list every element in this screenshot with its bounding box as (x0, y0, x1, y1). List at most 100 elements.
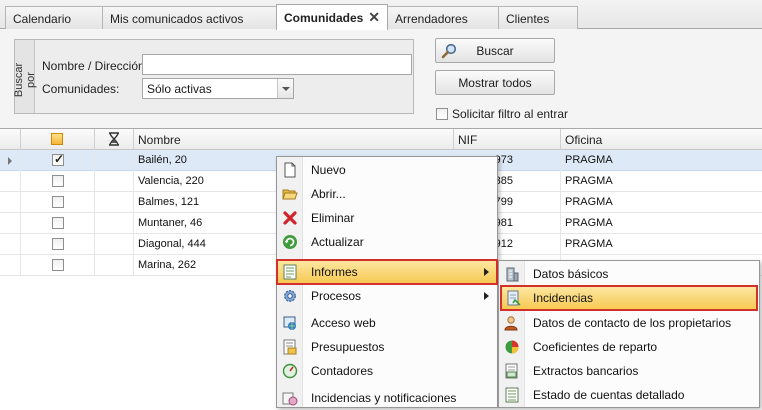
menu-item-label: Contadores (311, 364, 374, 378)
status-cell (95, 192, 134, 213)
status-cell (95, 234, 134, 255)
menu-item-nuevo[interactable]: Nuevo (277, 158, 497, 182)
context-menu: Nuevo Abrir... Eliminar Actualizar Infor… (276, 156, 498, 408)
tab-label: Mis comunicados activos (110, 12, 244, 26)
menu-item-eliminar[interactable]: Eliminar (277, 206, 497, 230)
search-group-label: Buscar por (13, 62, 37, 98)
menu-item-incidencias-notificaciones[interactable]: Incidencias y notificaciones (277, 386, 497, 410)
header-nombre[interactable]: Nombre (134, 129, 454, 150)
delete-icon (283, 211, 297, 225)
submenu-item-datos-basicos[interactable]: Datos básicos (499, 262, 759, 286)
menu-item-label: Datos básicos (533, 267, 609, 281)
oficina-cell: PRAGMA (565, 238, 613, 250)
comunidades-label: Comunidades: (42, 82, 120, 96)
indicator-cell (0, 150, 21, 171)
tab-label: Calendario (13, 12, 72, 26)
indicator-cell (0, 234, 21, 255)
hourglass-icon (109, 132, 119, 146)
menu-item-label: Incidencias (533, 291, 594, 305)
buscar-button-label: Buscar (476, 44, 514, 58)
indicator-cell (0, 213, 21, 234)
menu-item-presupuestos[interactable]: Presupuestos (277, 335, 497, 359)
report-icon (283, 264, 297, 280)
submenu-item-coeficientes[interactable]: Coeficientes de reparto (499, 335, 759, 359)
menu-item-abrir[interactable]: Abrir... (277, 182, 497, 206)
menu-item-label: Actualizar (311, 235, 364, 249)
header-nif[interactable]: NIF (454, 129, 561, 150)
refresh-icon (283, 235, 297, 249)
comunidades-select-value: Sólo activas (147, 82, 212, 96)
search-panel: Buscar por Nombre / Dirección: Comunidad… (0, 29, 762, 128)
row-checkbox[interactable] (52, 259, 64, 271)
select-cell (21, 255, 95, 276)
submenu-item-incidencias[interactable]: Incidencias (500, 285, 758, 311)
incidents-icon (507, 290, 521, 306)
status-cell (95, 255, 134, 276)
menu-item-label: Extractos bancarios (533, 364, 639, 378)
search-group: Buscar por Nombre / Dirección: Comunidad… (13, 39, 414, 114)
menu-item-contadores[interactable]: Contadores (277, 359, 497, 383)
comunidades-select[interactable]: Sólo activas (142, 78, 294, 99)
select-cell (21, 150, 95, 171)
meter-icon (282, 363, 298, 379)
budget-icon (283, 339, 297, 355)
menu-item-procesos[interactable]: Procesos (277, 284, 497, 308)
tab-bar: Calendario Mis comunicados activos Comun… (0, 0, 762, 30)
tab-mis-comunicados[interactable]: Mis comunicados activos (102, 6, 277, 29)
row-checkbox[interactable] (52, 238, 64, 250)
pie-chart-icon (505, 340, 519, 354)
bank-statement-icon (505, 363, 518, 379)
search-group-header: Buscar por (13, 40, 37, 113)
select-cell (21, 234, 95, 255)
buscar-button[interactable]: Buscar (435, 38, 555, 63)
tab-calendario[interactable]: Calendario (5, 6, 103, 29)
submenu-item-estado-cuentas[interactable]: Estado de cuentas detallado (499, 383, 759, 407)
status-cell (95, 213, 134, 234)
menu-item-acceso-web[interactable]: Acceso web (277, 311, 497, 335)
row-checkbox[interactable] (52, 196, 64, 208)
tab-label: Comunidades (284, 11, 364, 25)
open-folder-icon (282, 189, 298, 200)
submenu-arrow-icon (484, 268, 489, 276)
row-checkbox[interactable] (52, 175, 64, 187)
row-checkbox[interactable] (52, 152, 64, 166)
name-address-input[interactable] (142, 54, 412, 75)
oficina-cell: PRAGMA (565, 175, 613, 187)
tab-label: Clientes (506, 12, 550, 26)
select-all-icon[interactable] (51, 133, 63, 145)
tab-arrendadores[interactable]: Arrendadores (387, 6, 499, 29)
name-address-label: Nombre / Dirección: (42, 59, 149, 73)
header-status-column[interactable] (95, 129, 134, 150)
close-icon[interactable]: ✕ (368, 9, 380, 26)
grid-header: Nombre NIF Oficina (0, 129, 762, 150)
mostrar-todos-button[interactable]: Mostrar todos (435, 70, 555, 95)
tab-label: Arrendadores (395, 12, 468, 26)
menu-item-label: Procesos (311, 289, 362, 303)
menu-item-label: Estado de cuentas detallado (533, 388, 685, 402)
status-cell (95, 150, 134, 171)
menu-item-label: Datos de contacto de los propietarios (533, 316, 732, 330)
menu-item-informes[interactable]: Informes (276, 259, 498, 285)
menu-item-label: Abrir... (311, 187, 346, 201)
chevron-down-icon[interactable] (277, 79, 293, 98)
submenu-item-datos-contacto[interactable]: Datos de contacto de los propietarios (499, 311, 759, 335)
gear-icon (284, 290, 296, 302)
submenu-item-extractos[interactable]: Extractos bancarios (499, 359, 759, 383)
account-statement-icon (505, 387, 519, 403)
row-checkbox[interactable] (52, 217, 64, 229)
select-cell (21, 192, 95, 213)
tab-clientes[interactable]: Clientes (498, 6, 578, 29)
informes-submenu: Datos básicos Incidencias Datos de conta… (498, 260, 760, 408)
status-cell (95, 171, 134, 192)
select-cell (21, 171, 95, 192)
solicitar-filtro-checkbox[interactable] (436, 108, 448, 120)
header-select-column[interactable] (21, 129, 95, 150)
tab-comunidades[interactable]: Comunidades ✕ (276, 4, 388, 30)
web-access-icon (283, 316, 296, 330)
header-oficina[interactable]: Oficina (561, 129, 762, 150)
select-cell (21, 213, 95, 234)
owner-contact-icon (504, 316, 518, 331)
menu-item-actualizar[interactable]: Actualizar (277, 230, 497, 254)
menu-item-label: Acceso web (311, 316, 376, 330)
oficina-cell: PRAGMA (565, 217, 613, 229)
